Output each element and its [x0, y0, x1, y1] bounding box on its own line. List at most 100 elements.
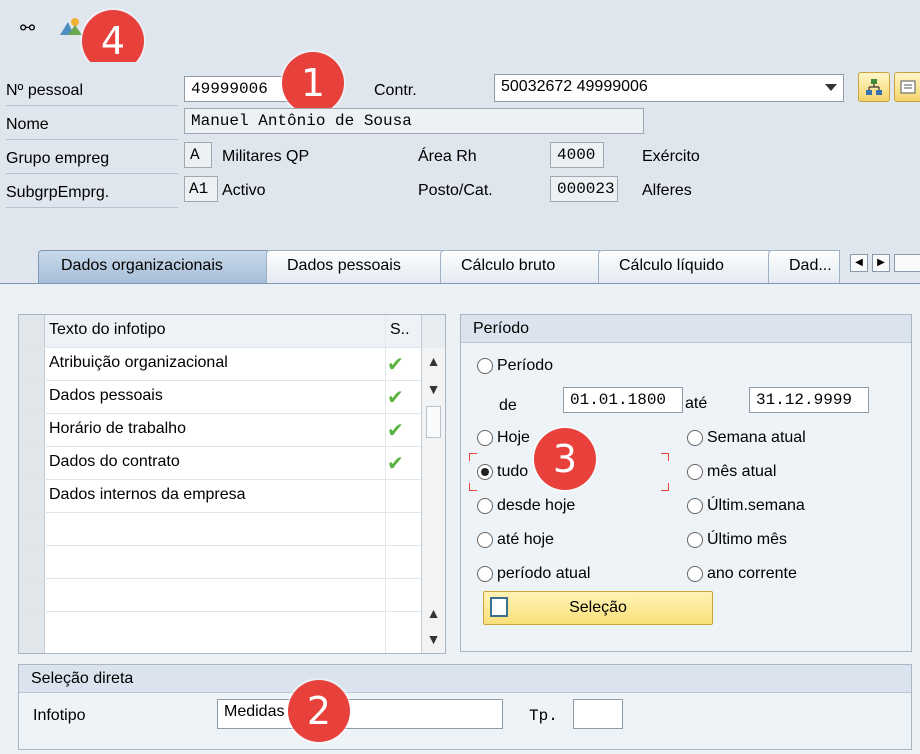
radio-current-month[interactable]: mês atual [687, 461, 776, 483]
radio-period[interactable]: Período [477, 355, 553, 377]
radio-current-week[interactable]: Semana atual [687, 427, 806, 449]
radio-button[interactable] [477, 566, 493, 582]
focus-corner [661, 483, 669, 491]
radio-last-week[interactable]: Últim.semana [687, 495, 805, 517]
infotype-field[interactable]: Medidas [217, 699, 503, 729]
radio-button[interactable] [477, 532, 493, 548]
tab-calculo-bruto[interactable]: Cálculo bruto [440, 250, 600, 283]
row-selector[interactable] [19, 414, 45, 446]
subgroup-label: SubgrpEmprg. [6, 178, 178, 208]
from-date-field[interactable]: 01.01.1800 [563, 387, 683, 413]
radio-today[interactable]: Hoje [477, 427, 530, 449]
selection-button-label: Seleção [569, 599, 627, 616]
radio-button[interactable] [477, 358, 493, 374]
radio-button-selected[interactable] [477, 464, 493, 480]
row-text: Atribuição organizacional [49, 354, 228, 371]
contract-label: Contr. [374, 82, 417, 99]
contract-dropdown[interactable]: 50032672 49999006 [494, 74, 844, 102]
table-row-empty[interactable] [19, 546, 445, 579]
table-header: Texto do infotipo S.. [19, 315, 445, 348]
row-selector[interactable] [19, 381, 45, 413]
row-status-cell [385, 513, 418, 545]
callout-badge-3: 3 [534, 428, 596, 490]
pernr-field[interactable]: 49999006 [184, 76, 294, 102]
row-text: Horário de trabalho [49, 420, 186, 437]
type-label: Tp. [529, 707, 558, 725]
row-selector[interactable] [19, 480, 45, 512]
post-text: Alferes [642, 182, 692, 199]
row-selector[interactable] [19, 612, 45, 653]
scroll-thumb[interactable] [426, 406, 441, 438]
row-selector[interactable] [19, 546, 45, 578]
table-row-empty[interactable] [19, 513, 445, 546]
to-label: até [685, 395, 708, 412]
table-row[interactable]: Dados do contrato ✔ [19, 447, 445, 480]
select-all-cell[interactable] [19, 315, 45, 347]
radio-button[interactable] [477, 498, 493, 514]
row-selector[interactable] [19, 447, 45, 479]
radio-all[interactable]: tudo [477, 461, 528, 483]
column-settings-button[interactable] [421, 315, 445, 348]
name-label: Nome [6, 110, 178, 140]
radio-from-today[interactable]: desde hoje [477, 495, 575, 517]
row-selector[interactable] [19, 348, 45, 380]
radio-label: ano corrente [707, 565, 797, 582]
radio-button[interactable] [687, 566, 703, 582]
scroll-down-icon[interactable]: ▼ [422, 376, 445, 402]
col-header-status-cell[interactable]: S.. [385, 315, 418, 347]
check-icon: ✔ [387, 420, 404, 442]
empgroup-text: Militares QP [222, 148, 310, 165]
mountain-icon[interactable] [60, 16, 82, 36]
radio-button[interactable] [477, 430, 493, 446]
radio-current-period[interactable]: período atual [477, 563, 590, 585]
table-row-empty[interactable] [19, 579, 445, 612]
details-button[interactable] [894, 72, 920, 102]
table-row[interactable]: Horário de trabalho ✔ [19, 414, 445, 447]
row-selector[interactable] [19, 579, 45, 611]
radio-button[interactable] [687, 464, 703, 480]
radio-last-month[interactable]: Último mês [687, 529, 787, 551]
table-row-empty[interactable] [19, 612, 445, 653]
radio-label: até hoje [497, 531, 554, 548]
infotype-label: Infotipo [33, 707, 86, 724]
from-label: de [499, 397, 517, 414]
radio-label: tudo [497, 463, 529, 480]
to-date-field[interactable]: 31.12.9999 [749, 387, 869, 413]
post-code-field: 000023 [550, 176, 618, 202]
row-status-cell [385, 480, 418, 512]
empgroup-code-field: A [184, 142, 212, 168]
tab-calculo-liquido[interactable]: Cálculo líquido [598, 250, 770, 283]
post-label: Posto/Cat. [418, 182, 493, 199]
radio-button[interactable] [687, 430, 703, 446]
table-scrollbar[interactable]: ▲ ▼ ▲ ▼ [421, 348, 445, 653]
table-row[interactable]: Dados internos da empresa [19, 480, 445, 513]
tab-scroll-right-button[interactable]: ▶ [872, 254, 890, 272]
tab-scroll-left-button[interactable]: ◀ [850, 254, 868, 272]
row-selector[interactable] [19, 513, 45, 545]
chevron-down-icon[interactable] [825, 84, 837, 91]
radio-to-today[interactable]: até hoje [477, 529, 554, 551]
radio-button[interactable] [687, 532, 703, 548]
radio-label: período atual [497, 565, 591, 582]
tab-list-button[interactable] [894, 254, 920, 272]
glasses-icon[interactable]: ⚯ [20, 18, 35, 39]
table-row[interactable]: Atribuição organizacional ✔ [19, 348, 445, 381]
col-header-text[interactable]: Texto do infotipo [49, 321, 166, 339]
selection-button[interactable]: Seleção [483, 591, 713, 625]
org-structure-button[interactable] [858, 72, 890, 102]
tab-dados-organizacionais[interactable]: Dados organizacionais [38, 250, 268, 283]
row-text: Dados pessoais [49, 387, 163, 404]
page-down-icon[interactable]: ▼ [422, 626, 445, 652]
page-up-icon[interactable]: ▲ [422, 600, 445, 626]
radio-current-year[interactable]: ano corrente [687, 563, 797, 585]
period-group: Período Período de 01.01.1800 até 31.12.… [460, 314, 912, 652]
type-field[interactable] [573, 699, 623, 729]
radio-button[interactable] [687, 498, 703, 514]
direct-selection-group: Seleção direta Infotipo Medidas Tp. [18, 664, 912, 750]
scroll-up-icon[interactable]: ▲ [422, 348, 445, 374]
tab-more[interactable]: Dad... [768, 250, 840, 283]
radio-label: Semana atual [707, 429, 806, 446]
callout-badge-1: 1 [282, 52, 344, 114]
tab-dados-pessoais[interactable]: Dados pessoais [266, 250, 444, 283]
table-row[interactable]: Dados pessoais ✔ [19, 381, 445, 414]
